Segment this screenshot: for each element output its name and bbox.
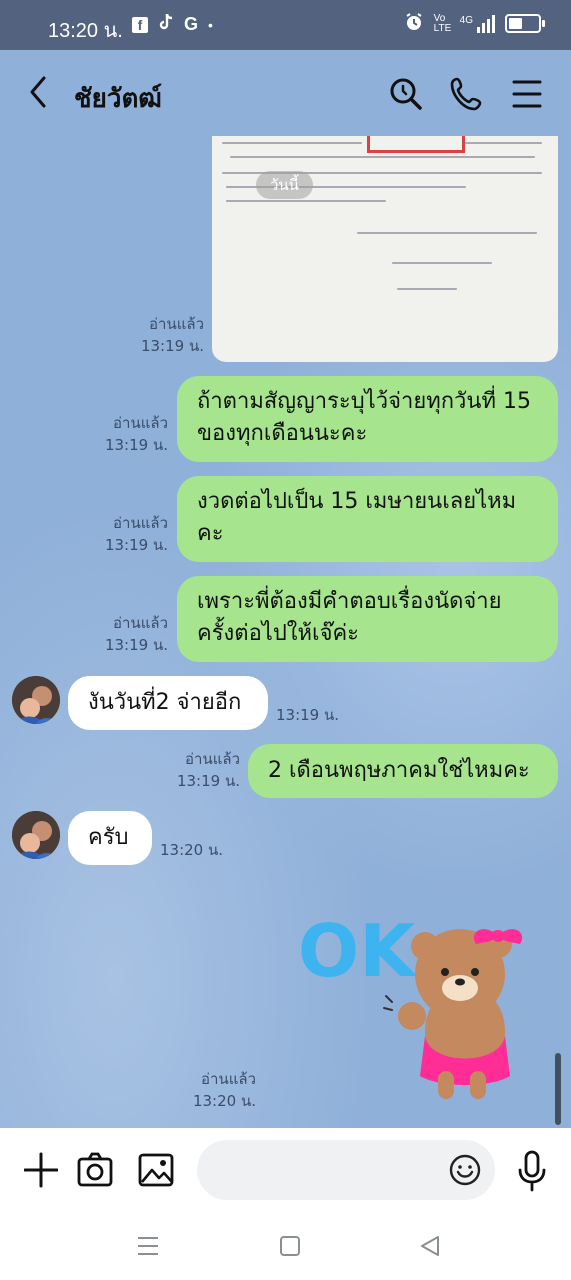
recents-nav-icon[interactable] <box>136 1234 160 1262</box>
message-time: 13:19 น. <box>276 706 340 724</box>
message-meta: อ่านแล้ว 13:19 น. <box>70 412 168 456</box>
dot-icon: • <box>208 16 213 33</box>
plus-icon[interactable] <box>23 1150 59 1194</box>
battery-icon <box>505 14 545 33</box>
system-nav-bar <box>0 1214 571 1280</box>
alarm-icon <box>404 12 424 35</box>
message-meta: อ่านแล้ว 13:19 น. <box>70 512 168 556</box>
camera-icon[interactable] <box>77 1150 113 1194</box>
message-input[interactable] <box>197 1140 495 1200</box>
search-icon[interactable] <box>388 76 424 116</box>
message-time: 13:20 น. <box>192 1092 256 1110</box>
read-status: อ่านแล้ว <box>149 315 204 333</box>
message-time: 13:19 น. <box>104 436 168 454</box>
google-icon: G <box>184 14 199 34</box>
back-nav-icon[interactable] <box>418 1234 442 1262</box>
microphone-icon[interactable] <box>517 1150 547 1196</box>
volte-icon: Vo LTE <box>433 12 452 34</box>
read-status: อ่านแล้ว <box>113 414 168 432</box>
date-badge: วันนี้ <box>256 171 313 199</box>
phone-icon[interactable] <box>450 76 484 116</box>
read-status: อ่านแล้ว <box>113 614 168 632</box>
outgoing-message[interactable]: ถ้าตามสัญญาระบุไว้จ่ายทุกวันที่ 15 ของทุ… <box>177 376 558 462</box>
photo-message[interactable] <box>212 136 558 362</box>
incoming-message[interactable]: ครับ <box>68 811 152 865</box>
back-icon[interactable] <box>26 74 50 114</box>
network-type: 4G <box>459 14 473 26</box>
status-right: Vo LTE 4G <box>404 12 545 35</box>
outgoing-message[interactable]: งวดต่อไปเป็น 15 เมษายนเลยไหมคะ <box>177 476 558 562</box>
sticker-text: OK <box>300 909 417 993</box>
home-nav-icon[interactable] <box>278 1234 302 1262</box>
menu-icon[interactable] <box>512 76 542 116</box>
message-time: 13:19 น. <box>104 536 168 554</box>
ok-sticker[interactable]: OK <box>298 896 540 1106</box>
scrollbar[interactable] <box>555 1053 561 1125</box>
message-time: 13:19 น. <box>104 636 168 654</box>
outgoing-message[interactable]: เพราะพี่ต้องมีคำตอบเรื่องนัดจ่ายครั้งต่อ… <box>177 576 558 662</box>
input-bar <box>0 1128 571 1214</box>
read-status: อ่านแล้ว <box>113 514 168 532</box>
status-time: 13:20 น. <box>48 20 123 42</box>
outgoing-message[interactable]: 2 เดือนพฤษภาคมใช่ไหมคะ <box>248 744 558 798</box>
read-status: อ่านแล้ว <box>185 750 240 768</box>
contact-avatar[interactable] <box>12 811 60 859</box>
message-time: 13:19 น. <box>176 772 240 790</box>
photo-meta: อ่านแล้ว 13:19 น. <box>110 313 204 357</box>
emoji-icon[interactable] <box>449 1154 481 1190</box>
contact-avatar[interactable] <box>12 676 60 724</box>
message-meta: อ่านแล้ว 13:19 น. <box>150 748 240 792</box>
message-meta: อ่านแล้ว 13:19 น. <box>70 612 168 656</box>
notification-icons: f G • <box>132 13 213 36</box>
sticker-meta: อ่านแล้ว 13:20 น. <box>160 1068 256 1112</box>
read-status: อ่านแล้ว <box>201 1070 256 1088</box>
signal-icon: 4G <box>459 14 495 33</box>
incoming-message[interactable]: งันวันที่2 จ่ายอีก <box>68 676 268 730</box>
chat-area[interactable]: วันนี้ อ่านแล้ว 13:19 น. อ่านแล้ว 13:19 … <box>0 136 571 1128</box>
message-time: 13:19 น. <box>140 337 204 355</box>
chat-header: ชัยวัตฒ์ <box>0 50 571 136</box>
facebook-icon: f <box>132 16 148 33</box>
message-time: 13:20 น. <box>160 841 224 859</box>
status-bar: 13:20 น. f G • Vo LTE 4G <box>0 0 571 50</box>
tiktok-icon <box>158 13 174 36</box>
image-icon[interactable] <box>138 1150 174 1194</box>
contact-name[interactable]: ชัยวัตฒ์ <box>74 78 162 119</box>
